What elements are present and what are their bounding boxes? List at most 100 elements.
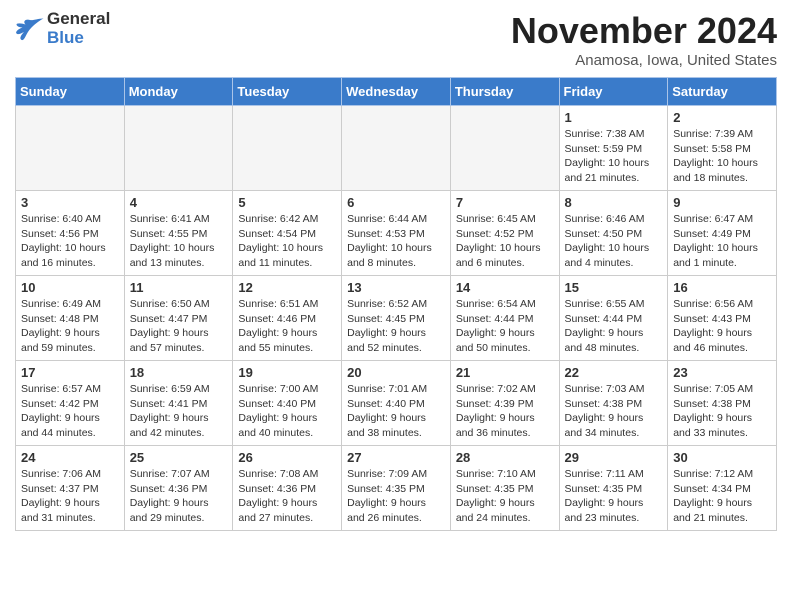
calendar-cell: 17 Sunrise: 6:57 AM Sunset: 4:42 PM Dayli… (16, 361, 125, 446)
day-info: Sunrise: 7:08 AM Sunset: 4:36 PM Dayligh… (238, 467, 336, 526)
weekday-header-cell: Wednesday (342, 78, 451, 106)
calendar-cell: 12 Sunrise: 6:51 AM Sunset: 4:46 PM Dayli… (233, 276, 342, 361)
day-info: Sunrise: 7:11 AM Sunset: 4:35 PM Dayligh… (565, 467, 663, 526)
calendar-week-row: 1 Sunrise: 7:38 AM Sunset: 5:59 PM Daylig… (16, 106, 777, 191)
calendar-week-row: 24 Sunrise: 7:06 AM Sunset: 4:37 PM Dayli… (16, 446, 777, 531)
day-number: 1 (565, 110, 663, 125)
day-number: 23 (673, 365, 771, 380)
day-number: 22 (565, 365, 663, 380)
calendar-cell: 9 Sunrise: 6:47 AM Sunset: 4:49 PM Daylig… (668, 191, 777, 276)
day-info: Sunrise: 6:57 AM Sunset: 4:42 PM Dayligh… (21, 382, 119, 441)
calendar-cell: 6 Sunrise: 6:44 AM Sunset: 4:53 PM Daylig… (342, 191, 451, 276)
day-number: 24 (21, 450, 119, 465)
day-info: Sunrise: 6:52 AM Sunset: 4:45 PM Dayligh… (347, 297, 445, 356)
title-area: November 2024 Anamosa, Iowa, United Stat… (511, 10, 777, 69)
weekday-header-cell: Saturday (668, 78, 777, 106)
calendar-cell (16, 106, 125, 191)
calendar-cell: 19Sunrise: 7:00 AM Sunset: 4:40 PM Dayli… (233, 361, 342, 446)
logo-blue: Blue (47, 29, 110, 48)
day-number: 26 (238, 450, 336, 465)
calendar-cell: 4Sunrise: 6:41 AM Sunset: 4:55 PM Daylig… (124, 191, 233, 276)
day-number: 16 (673, 280, 771, 295)
calendar-cell: 24 Sunrise: 7:06 AM Sunset: 4:37 PM Dayli… (16, 446, 125, 531)
day-info: Sunrise: 6:59 AM Sunset: 4:41 PM Dayligh… (130, 382, 228, 441)
day-number: 25 (130, 450, 228, 465)
day-info: Sunrise: 7:39 AM Sunset: 5:58 PM Dayligh… (673, 127, 771, 186)
day-number: 13 (347, 280, 445, 295)
day-number: 9 (673, 195, 771, 210)
day-info: Sunrise: 7:12 AM Sunset: 4:34 PM Dayligh… (673, 467, 771, 526)
day-info: Sunrise: 6:54 AM Sunset: 4:44 PM Dayligh… (456, 297, 554, 356)
month-title: November 2024 (511, 10, 777, 52)
calendar-cell (124, 106, 233, 191)
day-number: 21 (456, 365, 554, 380)
logo-icon (15, 17, 45, 41)
day-info: Sunrise: 7:10 AM Sunset: 4:35 PM Dayligh… (456, 467, 554, 526)
calendar-week-row: 3 Sunrise: 6:40 AM Sunset: 4:56 PM Daylig… (16, 191, 777, 276)
calendar-cell: 11 Sunrise: 6:50 AM Sunset: 4:47 PM Dayli… (124, 276, 233, 361)
day-info: Sunrise: 7:01 AM Sunset: 4:40 PM Dayligh… (347, 382, 445, 441)
day-number: 18 (130, 365, 228, 380)
day-info: Sunrise: 7:02 AM Sunset: 4:39 PM Dayligh… (456, 382, 554, 441)
day-info: Sunrise: 6:40 AM Sunset: 4:56 PM Dayligh… (21, 212, 119, 271)
logo-general: General (47, 10, 110, 29)
day-info: Sunrise: 6:45 AM Sunset: 4:52 PM Dayligh… (456, 212, 554, 271)
calendar-cell: 23 Sunrise: 7:05 AM Sunset: 4:38 PM Dayli… (668, 361, 777, 446)
weekday-header-cell: Sunday (16, 78, 125, 106)
day-number: 3 (21, 195, 119, 210)
day-info: Sunrise: 6:51 AM Sunset: 4:46 PM Dayligh… (238, 297, 336, 356)
calendar-cell: 1 Sunrise: 7:38 AM Sunset: 5:59 PM Daylig… (559, 106, 668, 191)
calendar-cell: 25 Sunrise: 7:07 AM Sunset: 4:36 PM Dayli… (124, 446, 233, 531)
day-number: 8 (565, 195, 663, 210)
day-info: Sunrise: 7:03 AM Sunset: 4:38 PM Dayligh… (565, 382, 663, 441)
logo: General Blue (15, 10, 110, 47)
weekday-header-cell: Thursday (450, 78, 559, 106)
day-info: Sunrise: 7:06 AM Sunset: 4:37 PM Dayligh… (21, 467, 119, 526)
calendar-week-row: 17 Sunrise: 6:57 AM Sunset: 4:42 PM Dayli… (16, 361, 777, 446)
day-info: Sunrise: 6:47 AM Sunset: 4:49 PM Dayligh… (673, 212, 771, 271)
calendar-cell: 20 Sunrise: 7:01 AM Sunset: 4:40 PM Dayli… (342, 361, 451, 446)
weekday-header-cell: Friday (559, 78, 668, 106)
day-number: 6 (347, 195, 445, 210)
calendar-cell: 8 Sunrise: 6:46 AM Sunset: 4:50 PM Daylig… (559, 191, 668, 276)
calendar-table: SundayMondayTuesdayWednesdayThursdayFrid… (15, 77, 777, 531)
day-info: Sunrise: 7:07 AM Sunset: 4:36 PM Dayligh… (130, 467, 228, 526)
calendar-cell: 22 Sunrise: 7:03 AM Sunset: 4:38 PM Dayli… (559, 361, 668, 446)
calendar-cell: 13 Sunrise: 6:52 AM Sunset: 4:45 PM Dayli… (342, 276, 451, 361)
day-info: Sunrise: 6:41 AM Sunset: 4:55 PM Dayligh… (130, 212, 228, 271)
day-number: 15 (565, 280, 663, 295)
weekday-header-cell: Monday (124, 78, 233, 106)
day-info: Sunrise: 6:42 AM Sunset: 4:54 PM Dayligh… (238, 212, 336, 271)
page-header: General Blue November 2024 Anamosa, Iowa… (15, 10, 777, 69)
calendar-cell: 2Sunrise: 7:39 AM Sunset: 5:58 PM Daylig… (668, 106, 777, 191)
calendar-cell: 3 Sunrise: 6:40 AM Sunset: 4:56 PM Daylig… (16, 191, 125, 276)
day-info: Sunrise: 7:09 AM Sunset: 4:35 PM Dayligh… (347, 467, 445, 526)
day-info: Sunrise: 6:44 AM Sunset: 4:53 PM Dayligh… (347, 212, 445, 271)
day-number: 17 (21, 365, 119, 380)
day-number: 10 (21, 280, 119, 295)
calendar-cell: 28 Sunrise: 7:10 AM Sunset: 4:35 PM Dayli… (450, 446, 559, 531)
day-info: Sunrise: 7:05 AM Sunset: 4:38 PM Dayligh… (673, 382, 771, 441)
day-number: 20 (347, 365, 445, 380)
calendar-cell: 21 Sunrise: 7:02 AM Sunset: 4:39 PM Dayli… (450, 361, 559, 446)
calendar-cell: 14Sunrise: 6:54 AM Sunset: 4:44 PM Dayli… (450, 276, 559, 361)
day-number: 5 (238, 195, 336, 210)
calendar-week-row: 10 Sunrise: 6:49 AM Sunset: 4:48 PM Dayli… (16, 276, 777, 361)
location-subtitle: Anamosa, Iowa, United States (511, 52, 777, 69)
day-number: 27 (347, 450, 445, 465)
day-number: 29 (565, 450, 663, 465)
calendar-cell: 27 Sunrise: 7:09 AM Sunset: 4:35 PM Dayli… (342, 446, 451, 531)
day-number: 11 (130, 280, 228, 295)
day-info: Sunrise: 6:49 AM Sunset: 4:48 PM Dayligh… (21, 297, 119, 356)
day-number: 28 (456, 450, 554, 465)
day-number: 12 (238, 280, 336, 295)
day-info: Sunrise: 7:38 AM Sunset: 5:59 PM Dayligh… (565, 127, 663, 186)
calendar-body: 1 Sunrise: 7:38 AM Sunset: 5:59 PM Daylig… (16, 106, 777, 531)
calendar-cell (233, 106, 342, 191)
calendar-cell: 5 Sunrise: 6:42 AM Sunset: 4:54 PM Daylig… (233, 191, 342, 276)
day-info: Sunrise: 6:50 AM Sunset: 4:47 PM Dayligh… (130, 297, 228, 356)
day-info: Sunrise: 6:56 AM Sunset: 4:43 PM Dayligh… (673, 297, 771, 356)
day-number: 30 (673, 450, 771, 465)
calendar-cell: 16 Sunrise: 6:56 AM Sunset: 4:43 PM Dayli… (668, 276, 777, 361)
day-info: Sunrise: 6:46 AM Sunset: 4:50 PM Dayligh… (565, 212, 663, 271)
